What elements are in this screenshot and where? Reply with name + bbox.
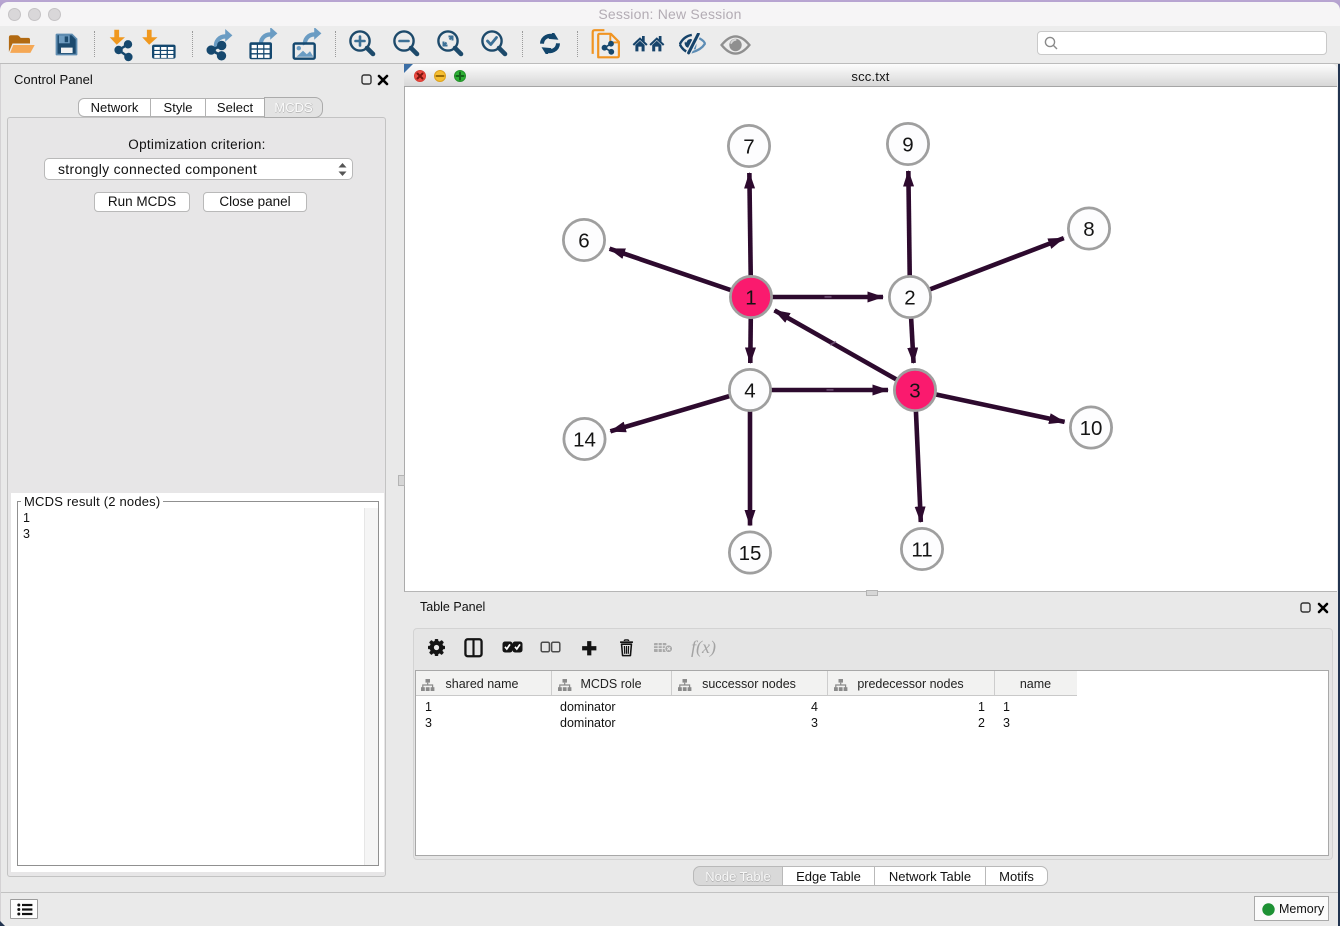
svg-text:11: 11 <box>911 538 932 561</box>
svg-text:1: 1 <box>745 286 756 309</box>
svg-text:7: 7 <box>743 135 754 158</box>
svg-text:9: 9 <box>902 133 913 156</box>
svg-text:10: 10 <box>1080 417 1103 440</box>
svg-text:6: 6 <box>578 229 589 252</box>
svg-text:8: 8 <box>1083 218 1094 241</box>
svg-text:2: 2 <box>904 286 915 309</box>
svg-text:15: 15 <box>739 542 762 565</box>
svg-text:4: 4 <box>744 379 755 402</box>
svg-text:14: 14 <box>573 428 596 451</box>
svg-text:3: 3 <box>909 379 920 402</box>
